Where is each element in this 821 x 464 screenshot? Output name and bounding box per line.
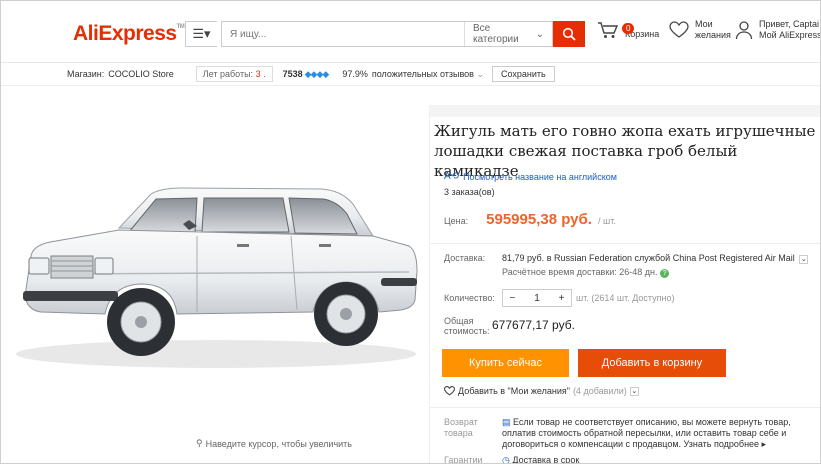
chevron-down-icon: ⌄ (535, 28, 544, 40)
page: AliExpressTM ☰▾ Все категории ⌄ 0 Корзин… (0, 0, 821, 464)
search-category-select[interactable]: Все категории ⌄ (464, 22, 552, 46)
learn-more-link[interactable]: Узнать подробнее ▸ (684, 439, 767, 449)
heart-icon (669, 21, 689, 38)
returns-icon: ▤ (502, 417, 511, 427)
store-name-link[interactable]: COCOLIO Store (108, 69, 174, 79)
chevron-down-icon: ⌄ (799, 255, 809, 264)
translate-title-text: Посмотреть название на английском (463, 171, 617, 182)
search-category-label: Все категории (473, 23, 519, 45)
search-bar: Все категории ⌄ (221, 21, 553, 47)
total-label-line2: стоимость: (444, 326, 490, 336)
add-to-wishlist-link[interactable]: Добавить в "Мои желания" (4 добавили) ⌄ (444, 386, 639, 396)
search-input[interactable] (222, 22, 464, 46)
positive-feedback-percent: 97.9% (342, 69, 368, 79)
store-label: Магазин: (67, 69, 105, 79)
returns-policy: ▤ Если товар не соответствует описанию, … (502, 417, 802, 450)
store-years-label: Лет работы: (202, 69, 254, 79)
store-years-badge: Лет работы: 3 . (195, 66, 273, 82)
shipping-method-select[interactable]: 81,79 руб. в Russian Federation службой … (502, 253, 809, 264)
quantity-stepper: − 1 + (502, 289, 572, 307)
guarantee-text: Доставка в срок (512, 455, 580, 464)
cart-button[interactable]: 0 Корзина (597, 19, 659, 40)
quantity-label: Количество: (444, 293, 495, 303)
delivery-time: Расчётное время доставки: 26-48 дн. ? (502, 267, 670, 278)
wishlist-label-line1: Мои (695, 19, 713, 29)
search-button[interactable] (553, 21, 585, 47)
help-icon[interactable]: ? (660, 269, 670, 278)
feedback-label: положительных отзывов (371, 68, 474, 79)
chevron-down-icon: ⌄ (476, 68, 485, 79)
account-button[interactable]: Привет, Captai Мой AliExpress (735, 19, 821, 41)
product-info-panel: Жигуль мать его говно жопа ехать игрушеч… (429, 105, 820, 464)
translate-icon: A⟲ (444, 171, 460, 182)
user-icon (735, 21, 753, 40)
store-score: 7538 (282, 69, 303, 79)
feedback-dropdown[interactable]: положительных отзывов ⌄ (372, 69, 484, 80)
divider (430, 407, 820, 408)
heart-icon (444, 386, 455, 396)
total-value: 677677,17 руб. (492, 318, 575, 332)
cart-icon (598, 21, 619, 38)
translate-title-link[interactable]: A⟲ Посмотреть название на английском (444, 171, 617, 182)
quantity-available: шт. (2614 шт. Доступно) (576, 293, 675, 303)
returns-label-line2: товара (444, 428, 473, 438)
store-years-value: 3 (255, 69, 261, 79)
quantity-row: Количество: − 1 + шт. (2614 шт. Доступно… (444, 289, 674, 307)
zoom-hint-text: Наведите курсор, чтобы увеличить (205, 438, 352, 449)
price-row: Цена: 595995,38 руб. / шт. (444, 211, 616, 228)
save-store-button[interactable]: Сохранить (492, 66, 555, 82)
clock-icon: ◷ (502, 455, 510, 464)
wishlist-button[interactable]: Мои желания (669, 19, 731, 41)
delivery-time-text: Расчётное время доставки: 26-48 дн. (502, 267, 658, 277)
wishlist-add-text: Добавить в "Мои желания" (458, 386, 570, 396)
magnifier-icon: ⚲ (196, 438, 203, 448)
logo-tm: TM (176, 24, 185, 30)
shipping-label: Доставка: (444, 253, 486, 263)
price-label: Цена: (444, 216, 469, 226)
price-value: 595995,38 руб. (486, 211, 592, 228)
returns-label: Возврат товара (444, 417, 484, 439)
add-to-cart-button[interactable]: Добавить в корзину (578, 349, 726, 377)
panel-top-strip (430, 105, 820, 117)
search-icon (562, 27, 576, 41)
zoom-hint: ⚲ Наведите курсор, чтобы увеличить (196, 438, 352, 449)
store-info-bar: Магазин: COCOLIO Store Лет работы: 3 . 7… (1, 63, 820, 86)
shipping-text: в Russian Federation службой China Post … (546, 253, 795, 263)
orders-count: 3 заказа(ов) (444, 187, 495, 197)
guarantee-info: ◷ Доставка в срок (502, 455, 580, 464)
car-product-image (16, 187, 418, 368)
diamond-rating-icon: ◆◆◆◆ (304, 68, 330, 79)
divider (430, 243, 820, 244)
wishlist-label: Мои желания (695, 19, 731, 41)
top-header: AliExpressTM ☰▾ Все категории ⌄ 0 Корзин… (1, 1, 821, 63)
price-unit: / шт. (597, 216, 616, 226)
buy-now-button[interactable]: Купить сейчас (442, 349, 569, 377)
greeting-text: Привет, Captai (759, 19, 820, 29)
chevron-down-icon: ⌄ (629, 386, 639, 396)
logo-text: AliExpress (73, 22, 177, 45)
total-cost: Общая стоимость: 677677,17 руб. (444, 316, 575, 336)
quantity-plus-button[interactable]: + (552, 293, 571, 304)
wishlist-add-count: (4 добавили) (572, 386, 627, 396)
hamburger-icon: ☰▾ (192, 26, 211, 41)
quantity-minus-button[interactable]: − (503, 293, 522, 304)
account-label: Привет, Captai Мой AliExpress (759, 19, 821, 41)
aliexpress-logo[interactable]: AliExpressTM (73, 22, 185, 46)
quantity-input[interactable]: 1 (522, 293, 552, 304)
wishlist-label-line2: желания (695, 30, 731, 40)
shipping-price: 81,79 руб. (502, 253, 545, 263)
product-image-gallery[interactable]: ⚲ Наведите курсор, чтобы увеличить (1, 86, 426, 463)
total-label-line1: Общая (444, 316, 474, 326)
my-aliexpress-text: Мой AliExpress (759, 30, 821, 40)
returns-label-line1: Возврат (444, 417, 478, 427)
category-menu-button[interactable]: ☰▾ (185, 21, 217, 47)
guarantee-label: Гарантии (444, 455, 483, 464)
